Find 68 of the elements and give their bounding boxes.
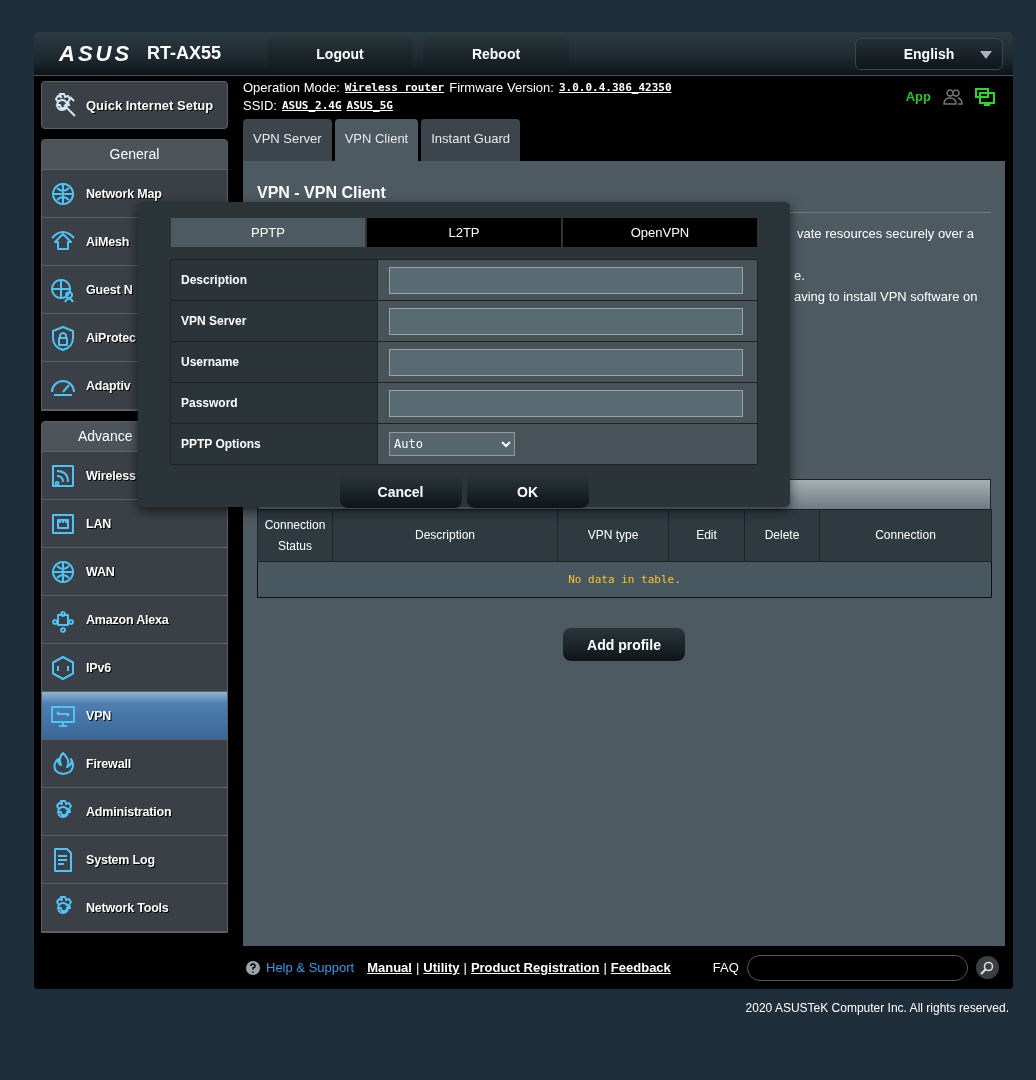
- language-select[interactable]: English: [855, 37, 1003, 70]
- operation-mode-link[interactable]: Wireless router: [344, 79, 445, 97]
- column-header: Edit: [668, 509, 745, 562]
- firmware-link[interactable]: 3.0.0.4.386_42350: [558, 79, 672, 97]
- section-header: General: [42, 140, 227, 170]
- help-icon: [246, 960, 260, 975]
- column-header: Connection: [819, 509, 992, 562]
- description-text: e.: [794, 267, 806, 285]
- column-header: Description: [332, 509, 558, 562]
- model-name: RT-AX55: [147, 43, 223, 64]
- operation-mode-label: Operation Mode:: [243, 79, 340, 97]
- field-label: Username: [170, 341, 378, 383]
- protocol-tab[interactable]: OpenVPN: [562, 217, 758, 248]
- field-label: Password: [170, 382, 378, 424]
- options-dropdown[interactable]: Auto: [389, 432, 515, 456]
- footer-link[interactable]: Manual: [367, 960, 412, 975]
- sidebar-item[interactable]: WAN: [42, 548, 227, 596]
- password-field[interactable]: [389, 389, 743, 417]
- monitor-icon[interactable]: [975, 87, 995, 106]
- field-label: VPN Server: [170, 300, 378, 342]
- column-header: Connection Status: [257, 509, 333, 562]
- text-field[interactable]: [389, 266, 743, 294]
- sidebar-item[interactable]: Network Tools: [42, 884, 227, 932]
- separator: |: [603, 960, 607, 975]
- sidebar-item[interactable]: Firewall: [42, 740, 227, 788]
- search-icon: [980, 960, 995, 975]
- footer-link[interactable]: Feedback: [610, 960, 671, 975]
- quick-setup-button[interactable]: Quick Internet Setup: [41, 81, 228, 129]
- column-header: VPN type: [557, 509, 669, 562]
- field-label: PPTP Options: [170, 423, 378, 465]
- sidebar-item[interactable]: System Log: [42, 836, 227, 884]
- add-profile-button[interactable]: Add profile: [563, 628, 685, 661]
- footer-link[interactable]: Utility: [423, 960, 460, 975]
- tab[interactable]: VPN Client: [334, 119, 419, 161]
- field-label: Description: [170, 259, 378, 301]
- dialog-button[interactable]: OK: [466, 475, 589, 508]
- text-field[interactable]: [389, 348, 743, 376]
- empty-message: No data in table.: [257, 561, 992, 598]
- faq-label: FAQ: [712, 960, 739, 975]
- caret-icon: [980, 50, 992, 59]
- text-field[interactable]: [389, 307, 743, 335]
- ssid-link[interactable]: ASUS_2.4G: [281, 97, 342, 115]
- protocol-tab[interactable]: PPTP: [170, 217, 366, 248]
- column-header: Delete: [744, 509, 820, 562]
- firmware-label: Firmware Version:: [449, 79, 554, 97]
- app-link[interactable]: App: [905, 89, 931, 104]
- description-text: aving to install VPN software on: [794, 288, 979, 306]
- separator: |: [415, 960, 420, 975]
- tab[interactable]: VPN Server: [243, 119, 332, 161]
- ssid-label: SSID:: [243, 97, 277, 115]
- sidebar-item[interactable]: VPN: [42, 692, 227, 740]
- tab[interactable]: Instant Guard: [421, 119, 520, 161]
- footer-link[interactable]: Product Registration: [470, 960, 600, 975]
- separator: |: [463, 960, 467, 975]
- shield-lock-icon: [49, 323, 77, 352]
- people-icon[interactable]: [943, 87, 963, 106]
- hexagon-icon: [49, 653, 77, 682]
- faq-search-field[interactable]: [746, 954, 968, 981]
- description-text: vate resources securely over a: [797, 225, 976, 243]
- help-support-link[interactable]: Help & Support: [266, 960, 355, 975]
- sidebar-item[interactable]: Amazon Alexa: [42, 596, 227, 644]
- copyright-text: 2020 ASUSTeK Computer Inc. All rights reserved.: [744, 1001, 1009, 1015]
- search-button[interactable]: [975, 956, 999, 979]
- protocol-tab[interactable]: L2TP: [366, 217, 562, 248]
- brand-logo: ASUS: [59, 40, 134, 67]
- ssid-link[interactable]: ASUS_5G: [346, 97, 393, 115]
- sidebar-item[interactable]: Administration: [42, 788, 227, 836]
- dialog-button[interactable]: Cancel: [339, 475, 462, 508]
